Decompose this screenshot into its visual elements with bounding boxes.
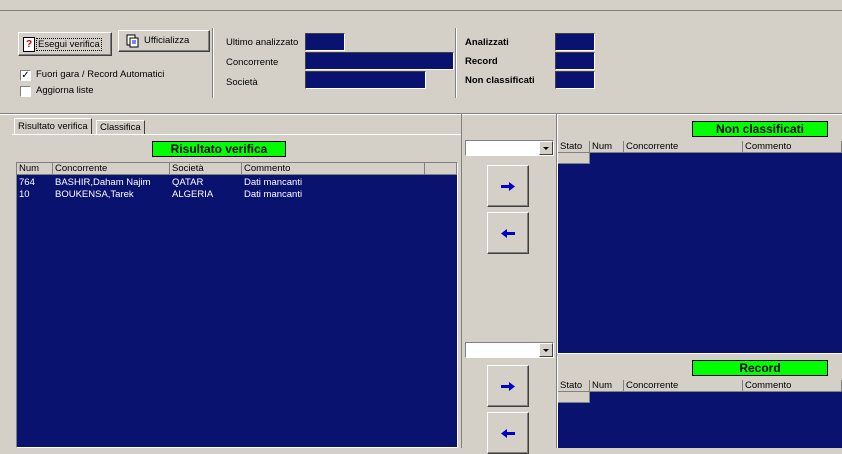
column-header[interactable]: Commento (242, 163, 425, 175)
column-header[interactable]: Concorrente (624, 141, 743, 153)
grid-header: Num Concorrente Società Commento (17, 163, 457, 175)
fuori-gara-label: Fuori gara / Record Automatici (36, 69, 165, 80)
non-classificati-combo[interactable] (465, 140, 554, 156)
separator (212, 28, 214, 98)
column-header[interactable]: Commento (743, 141, 842, 153)
arrow-right-icon (501, 382, 515, 391)
non-classificati-grid[interactable]: Stato Num Concorrente Commento (558, 141, 842, 353)
non-classificati-field (555, 71, 595, 89)
aggiorna-liste-checkbox[interactable] (20, 86, 31, 97)
fuori-gara-checkbox[interactable]: ✓ (20, 70, 31, 81)
help-icon: ? (23, 37, 35, 52)
column-header[interactable]: Num (17, 163, 53, 175)
risultato-verifica-title: Risultato verifica (152, 141, 286, 157)
tab-classifica[interactable]: Classifica (96, 120, 145, 134)
cell-num: 764 (19, 177, 35, 188)
column-header[interactable]: Società (170, 163, 242, 175)
aggiorna-liste-label: Aggiorna liste (36, 85, 94, 96)
column-header-empty (425, 163, 457, 175)
tab-risultato-verifica[interactable]: Risultato verifica (14, 118, 92, 134)
societa-field (305, 71, 426, 89)
tab-panel-border (12, 134, 461, 135)
separator (455, 28, 457, 98)
record-field (555, 52, 595, 70)
esegui-verifica-button[interactable]: ? Esegui verifica (18, 32, 112, 56)
cell-societa: QATAR (172, 177, 204, 188)
cell-commento: Dati mancanti (244, 177, 303, 188)
move-right-button[interactable] (487, 165, 529, 207)
grid-header: Stato Num Concorrente Commento (558, 380, 842, 392)
ufficializza-button[interactable]: Ufficializza (118, 30, 210, 52)
column-header[interactable]: Stato (558, 380, 590, 392)
row-indicator[interactable] (558, 153, 590, 164)
middle-divider (461, 114, 462, 448)
column-header[interactable]: Num (590, 380, 624, 392)
non-classificati-label: Non classificati (465, 75, 535, 86)
column-header[interactable]: Num (590, 141, 624, 153)
record-combo[interactable] (465, 342, 554, 358)
top-strip (0, 0, 842, 11)
column-header[interactable]: Concorrente (53, 163, 170, 175)
chevron-down-icon[interactable] (539, 343, 553, 357)
move-right-record-button[interactable] (487, 365, 529, 407)
ultimo-analizzato-field (305, 33, 345, 51)
document-icon (126, 34, 139, 48)
non-classificati-title: Non classificati (692, 121, 828, 137)
header-divider (0, 113, 842, 115)
row-indicator[interactable] (558, 392, 590, 403)
move-left-button[interactable] (487, 212, 529, 254)
analizzati-label: Analizzati (465, 37, 509, 48)
societa-label: Società (226, 77, 258, 88)
arrow-right-icon (501, 182, 515, 191)
concorrente-field (305, 52, 454, 70)
column-header[interactable]: Commento (743, 380, 842, 392)
arrow-left-icon (501, 229, 515, 238)
concorrente-label: Concorrente (226, 57, 279, 68)
cell-num: 10 (19, 189, 30, 200)
arrow-left-icon (501, 429, 515, 438)
esegui-verifica-label: Esegui verifica (36, 38, 102, 51)
risultato-grid[interactable]: Num Concorrente Società Commento 764 BAS… (16, 162, 458, 448)
ultimo-analizzato-label: Ultimo analizzato (226, 37, 299, 48)
record-label: Record (465, 56, 498, 67)
cell-concorrente: BOUKENSA,Tarek (55, 189, 134, 200)
record-title: Record (692, 360, 828, 376)
ufficializza-label: Ufficializza (144, 35, 190, 46)
grid-header: Stato Num Concorrente Commento (558, 141, 842, 153)
table-row[interactable]: 764 BASHIR,Daham Najim QATAR Dati mancan… (17, 177, 457, 188)
chevron-down-icon[interactable] (539, 141, 553, 155)
analizzati-field (555, 33, 595, 51)
cell-societa: ALGERIA (172, 189, 214, 200)
record-grid[interactable]: Stato Num Concorrente Commento (558, 380, 842, 448)
right-split (557, 353, 842, 356)
cell-commento: Dati mancanti (244, 189, 303, 200)
table-row[interactable]: 10 BOUKENSA,Tarek ALGERIA Dati mancanti (17, 189, 457, 200)
column-header[interactable]: Stato (558, 141, 590, 153)
column-header[interactable]: Concorrente (624, 380, 743, 392)
cell-concorrente: BASHIR,Daham Najim (55, 177, 151, 188)
